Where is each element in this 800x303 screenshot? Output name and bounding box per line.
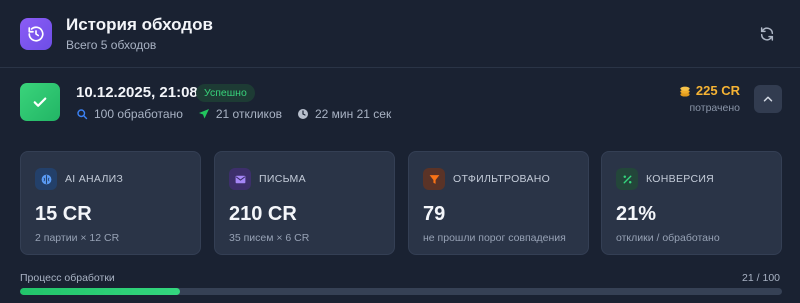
progress-label: Процесс обработки [20, 272, 115, 284]
card-label: Письма [259, 173, 306, 185]
progress-count: 21 / 100 [742, 272, 780, 284]
card-letters: Письма 210 CR 35 писем × 6 CR [214, 151, 395, 255]
card-note: 2 партии × 12 CR [35, 232, 120, 244]
card-ai-analysis: AI анализ 15 CR 2 партии × 12 CR [20, 151, 201, 255]
card-note: отклики / обработано [616, 232, 720, 244]
percent-icon [616, 168, 638, 190]
cost-note: потрачено [689, 102, 740, 114]
collapse-button[interactable] [754, 85, 782, 113]
card-value: 210 CR [229, 203, 297, 225]
search-icon [77, 109, 88, 120]
progress-bar [20, 288, 782, 295]
refresh-button[interactable] [755, 22, 779, 46]
mail-icon [229, 168, 251, 190]
card-note: не прошли порог совпадения [423, 232, 566, 244]
card-label: Отфильтровано [453, 173, 551, 185]
runs-count: Всего 5 обходов [66, 38, 157, 52]
send-icon [198, 109, 209, 119]
processed-text: 100 обработано [94, 107, 183, 121]
check-icon [20, 83, 60, 121]
coins-icon [680, 86, 690, 97]
history-header: История обходов Всего 5 обходов [0, 0, 800, 68]
clock-icon [298, 109, 308, 119]
run-meta: 100 обработано 21 откликов 22 мин 21 сек [76, 107, 406, 121]
card-note: 35 писем × 6 CR [229, 232, 310, 244]
duration-stat: 22 мин 21 сек [297, 107, 391, 121]
responses-stat: 21 откликов [198, 107, 282, 121]
card-conversion: Конверсия 21% отклики / обработано [601, 151, 782, 255]
processed-stat: 100 обработано [76, 107, 183, 121]
brain-icon [35, 168, 57, 190]
responses-text: 21 откликов [215, 107, 282, 121]
run-entry[interactable]: 10.12.2025, 21:08 Успешно 100 обработано… [0, 69, 800, 135]
run-date: 10.12.2025, 21:08 [76, 84, 198, 101]
filter-icon [423, 168, 445, 190]
chevron-up-icon [763, 96, 773, 102]
card-value: 21% [616, 203, 657, 225]
page-title: История обходов [66, 15, 213, 34]
cost-block: 225 CR потрачено [678, 83, 740, 114]
duration-text: 22 мин 21 сек [315, 107, 392, 121]
card-label: Конверсия [646, 173, 715, 185]
status-badge: Успешно [196, 84, 255, 102]
card-label: AI анализ [65, 173, 124, 185]
card-value: 15 CR [35, 203, 92, 225]
card-value: 79 [423, 203, 446, 225]
cost-value: 225 CR [695, 83, 740, 98]
card-filtered: Отфильтровано 79 не прошли порог совпаде… [408, 151, 589, 255]
progress-fill [20, 288, 181, 295]
refresh-icon [760, 27, 774, 41]
history-icon [20, 18, 52, 50]
